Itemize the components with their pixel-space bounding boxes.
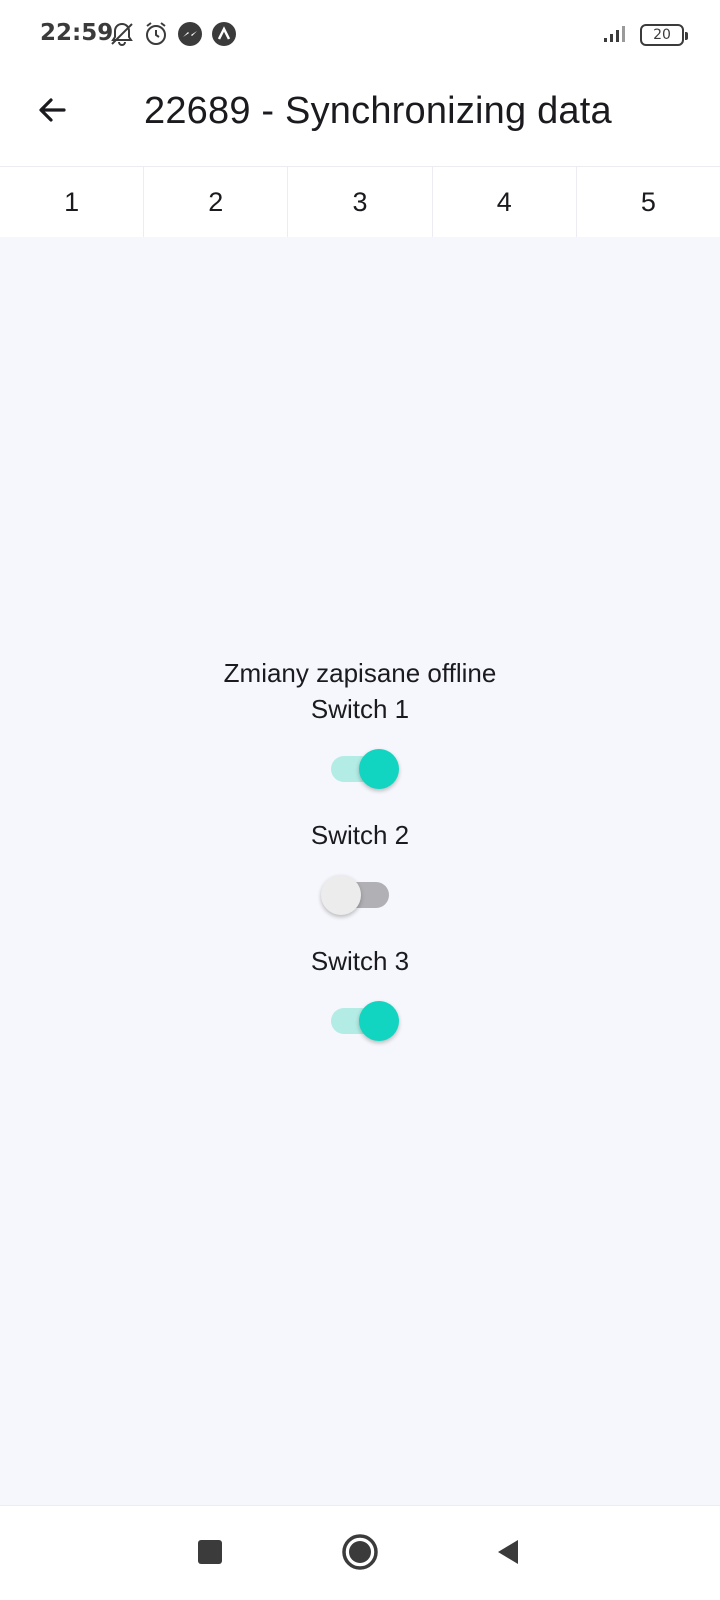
system-nav-bar bbox=[0, 1505, 720, 1600]
main-content: Zmiany zapisane offline Switch 1 Switch … bbox=[0, 237, 720, 1505]
alarm-icon bbox=[142, 20, 170, 48]
arrow-back-icon bbox=[34, 92, 70, 133]
messenger-icon bbox=[176, 20, 204, 48]
switch-3-label: Switch 3 bbox=[310, 946, 410, 976]
tab-bar: 1 2 3 4 5 bbox=[0, 167, 720, 237]
app-notification-icon bbox=[210, 20, 238, 48]
switch-thumb bbox=[321, 875, 361, 915]
switch-1-label: Switch 1 bbox=[310, 694, 410, 724]
switch-2-label: Switch 2 bbox=[310, 820, 410, 850]
switch-panel: Zmiany zapisane offline Switch 1 Switch … bbox=[0, 655, 720, 1045]
app-bar: 22689 - Synchronizing data bbox=[0, 70, 720, 167]
tab-3[interactable]: 3 bbox=[288, 167, 433, 237]
switch-3-toggle[interactable] bbox=[315, 997, 405, 1045]
recent-apps-icon bbox=[196, 1538, 224, 1571]
page-title: 22689 - Synchronizing data bbox=[144, 90, 612, 132]
switch-thumb bbox=[359, 749, 399, 789]
back-triangle-icon bbox=[494, 1538, 522, 1571]
system-back-button[interactable] bbox=[486, 1532, 530, 1576]
signal-icon bbox=[602, 23, 630, 48]
tab-5[interactable]: 5 bbox=[577, 167, 720, 237]
home-icon bbox=[340, 1532, 380, 1577]
recent-apps-button[interactable] bbox=[188, 1532, 232, 1576]
mute-bell-icon bbox=[108, 20, 136, 48]
tab-2[interactable]: 2 bbox=[144, 167, 289, 237]
back-button[interactable] bbox=[24, 84, 80, 140]
home-button[interactable] bbox=[338, 1532, 382, 1576]
tab-4[interactable]: 4 bbox=[433, 167, 577, 237]
status-bar: 22:59 20 bbox=[0, 0, 720, 70]
tab-1[interactable]: 1 bbox=[0, 167, 145, 237]
switch-1-toggle[interactable] bbox=[315, 745, 405, 793]
switch-thumb bbox=[359, 1001, 399, 1041]
offline-message: Zmiany zapisane offline bbox=[223, 658, 497, 688]
battery-indicator: 20 bbox=[640, 24, 688, 46]
switch-2-toggle[interactable] bbox=[315, 871, 405, 919]
status-time: 22:59 bbox=[40, 20, 114, 46]
